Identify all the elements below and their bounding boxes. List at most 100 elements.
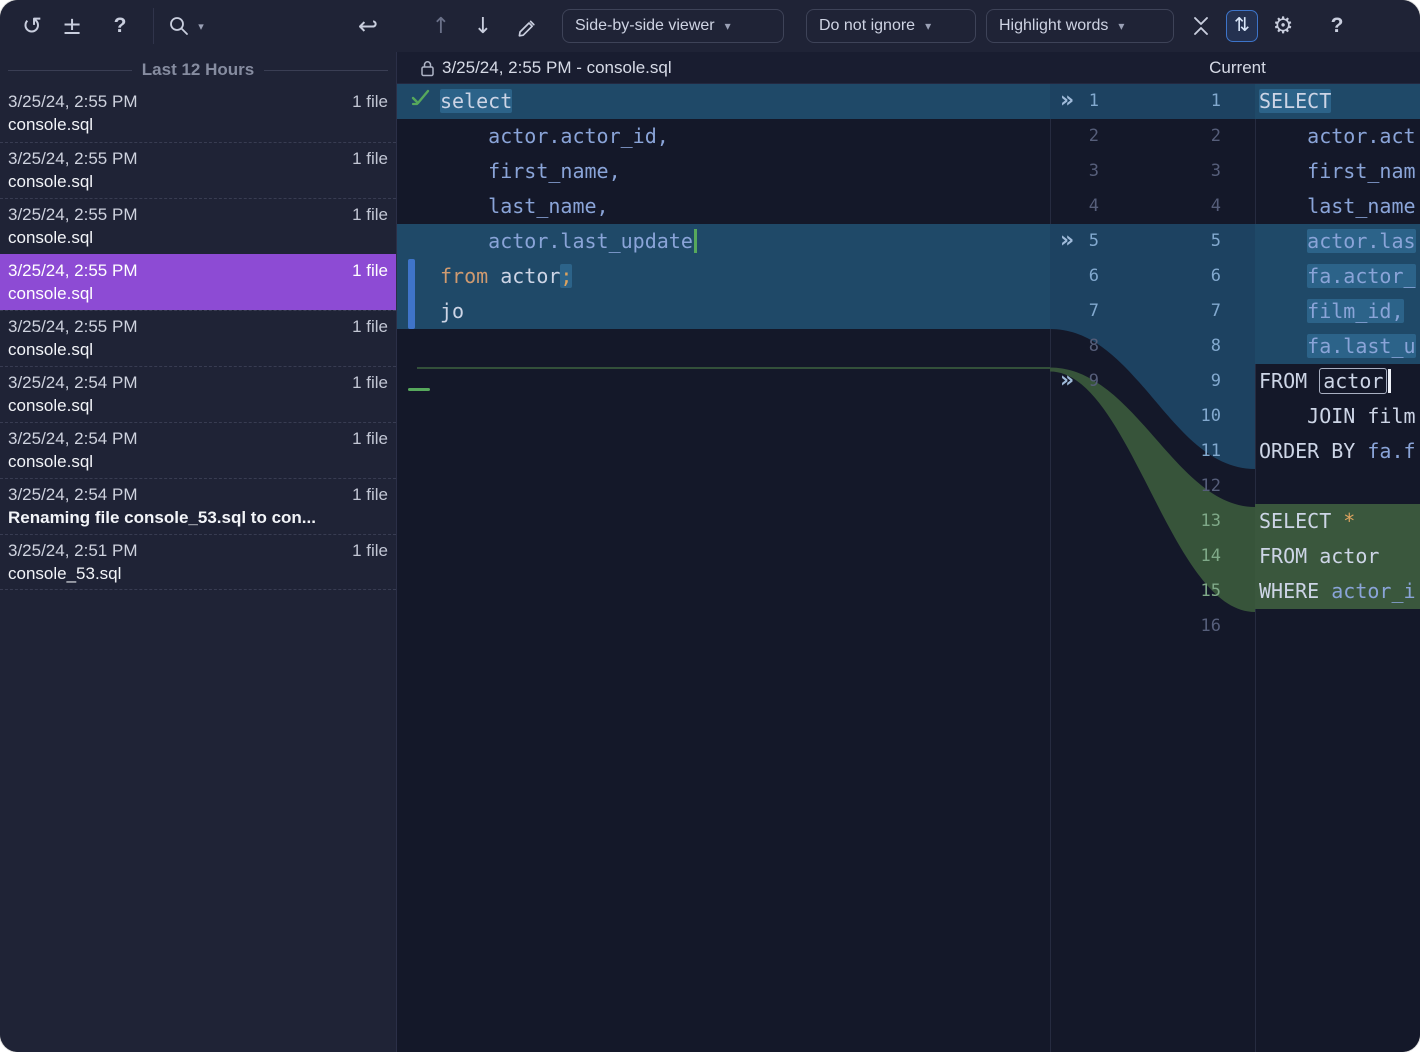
code-line: actor.act [1255, 119, 1420, 154]
line-number: 4 [1210, 196, 1221, 216]
insertion-point-marker[interactable] [408, 388, 430, 391]
line-number: 15 [1200, 581, 1221, 601]
code-token: film_id, [1307, 299, 1404, 323]
history-entry[interactable]: 3/25/24, 2:55 PM 1 file console.sql [0, 142, 396, 198]
previous-change-icon[interactable]: ↑ [424, 0, 458, 52]
left-code-pane[interactable]: select actor.actor_id, first_name, last_… [397, 84, 1050, 744]
entry-date: 3/25/24, 2:54 PM [8, 373, 138, 392]
line-number: 12 [1200, 476, 1221, 496]
code-token: FROM [1259, 369, 1308, 393]
code-line: first_nam [1255, 154, 1420, 189]
entry-date: 3/25/24, 2:55 PM [8, 205, 138, 224]
viewer-mode-dropdown[interactable]: Side-by-side viewer ▾ [562, 9, 784, 43]
history-entry[interactable]: 3/25/24, 2:55 PM 1 file console.sql [0, 86, 396, 142]
history-entry-list: 3/25/24, 2:55 PM 1 file console.sql 3/25/24… [0, 86, 396, 590]
entry-file-count: 1 file [352, 373, 388, 392]
code-token: fa.last_u [1307, 334, 1416, 358]
code-line: fa.actor_ [1255, 259, 1420, 294]
next-change-icon[interactable]: ↓ [466, 0, 500, 52]
code-token: last_name [1259, 194, 1416, 218]
history-entry[interactable]: 3/25/24, 2:54 PM 1 file console.sql [0, 422, 396, 478]
sync-scrolling-toggle[interactable]: ⇅ [1226, 10, 1258, 42]
line-number: 13 [1200, 511, 1221, 531]
history-entry[interactable]: 3/25/24, 2:51 PM 1 file console_53.sql [0, 534, 396, 590]
code-token: ; [560, 264, 573, 288]
code-line: actor.las [1255, 224, 1420, 259]
help-icon[interactable]: ? [1318, 0, 1356, 52]
insertion-point-line [417, 367, 1050, 369]
gear-icon[interactable]: ⚙ [1264, 0, 1302, 52]
entry-name: console.sql [8, 284, 94, 303]
code-token: actor_i [1331, 579, 1416, 603]
search-chevron-icon[interactable]: ▾ [194, 0, 208, 52]
undo-icon[interactable]: ↺ [12, 0, 52, 52]
pencil-glyph [518, 20, 535, 37]
line-number: 14 [1200, 546, 1221, 566]
line-number: 2 [1210, 126, 1221, 146]
entry-date: 3/25/24, 2:55 PM [8, 92, 138, 111]
current-title: Current [1209, 58, 1266, 77]
code-line: last_name, [397, 189, 1050, 224]
entry-date: 3/25/24, 2:54 PM [8, 485, 138, 504]
code-token: FROM [1259, 544, 1308, 568]
history-entry[interactable]: 3/25/24, 2:54 PM 1 file console.sql [0, 366, 396, 422]
entry-file-count: 1 file [352, 149, 388, 168]
search-icon[interactable] [162, 0, 196, 52]
line-number: 8 [1210, 336, 1221, 356]
revision-title: 3/25/24, 2:55 PM - console.sql [420, 52, 672, 84]
history-entry[interactable]: 3/25/24, 2:54 PM 1 file Renaming file cons… [0, 478, 396, 534]
chevron-down-icon: ▾ [925, 19, 932, 33]
entry-file-count: 1 file [352, 541, 388, 560]
apply-change-button[interactable]: » [1060, 84, 1090, 119]
code-token: SELECT [1259, 89, 1332, 113]
entry-file-count: 1 file [352, 205, 388, 224]
code-token: fa.actor_ [1307, 264, 1416, 288]
code-line: SELECT [1255, 84, 1420, 119]
code-token: * [1343, 509, 1356, 533]
highlight-mode-dropdown[interactable]: Highlight words ▾ [986, 9, 1174, 43]
right-line-numbers: 1 2 3 4 5 6 7 8 9 10 11 12 13 14 15 16 [1167, 84, 1229, 744]
entry-date: 3/25/24, 2:55 PM [8, 261, 138, 280]
history-entry[interactable]: 3/25/24, 2:55 PM 1 file console.sql [0, 254, 396, 310]
lock-icon [421, 60, 434, 76]
apply-change-button[interactable]: » [1060, 364, 1090, 399]
right-code-pane[interactable]: SELECT actor.act first_nam last_name act… [1255, 84, 1420, 744]
revert-icon[interactable]: ↩ [348, 0, 388, 52]
collapse-unchanged-icon[interactable] [1184, 0, 1218, 52]
ignore-policy-dropdown[interactable]: Do not ignore ▾ [806, 9, 976, 43]
code-line: WHERE actor_i [1255, 574, 1420, 609]
entry-file-count: 1 file [352, 429, 388, 448]
line-number: 16 [1200, 616, 1221, 636]
apply-change-button[interactable]: » [1060, 224, 1090, 259]
code-line: select [397, 84, 1050, 119]
line-number: 3 [1210, 161, 1221, 181]
code-token: from [440, 264, 489, 288]
code-line: film_id, [1255, 294, 1420, 329]
line-number: 7 [1210, 301, 1221, 321]
toolbar-separator [153, 8, 154, 44]
chevron-down-icon: ▾ [724, 19, 731, 33]
code-token: actor [488, 264, 561, 288]
entry-name: console.sql [8, 228, 94, 247]
code-token: actor.actor_id, [440, 124, 669, 148]
entry-date: 3/25/24, 2:54 PM [8, 429, 138, 448]
diff-details-icon[interactable]: ± [52, 0, 92, 52]
entry-name: console.sql [8, 340, 94, 359]
changed-lines-stripe[interactable] [408, 259, 415, 329]
code-token: last_name, [440, 194, 609, 218]
help-icon[interactable]: ? [100, 0, 140, 52]
divider [8, 69, 132, 71]
change-applied-icon[interactable] [410, 88, 432, 113]
history-entry[interactable]: 3/25/24, 2:55 PM 1 file console.sql [0, 198, 396, 254]
edit-icon[interactable] [508, 0, 544, 52]
history-entry[interactable]: 3/25/24, 2:55 PM 1 file console.sql [0, 310, 396, 366]
code-token: select [440, 89, 513, 113]
